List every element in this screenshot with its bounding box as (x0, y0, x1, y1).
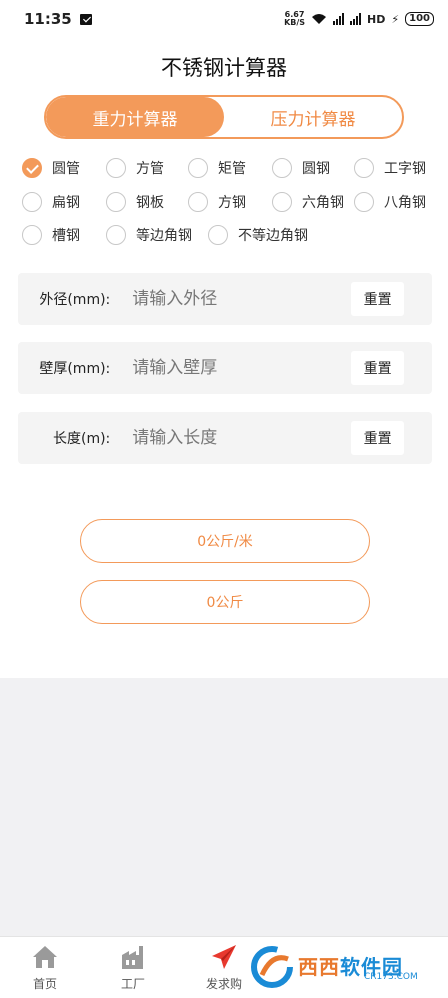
radio-icon (22, 192, 42, 212)
type-label: 六角钢 (302, 195, 344, 211)
signal-2-icon (350, 13, 362, 25)
radio-icon (106, 158, 126, 178)
type-option-unequal-angle[interactable]: 不等边角钢 (208, 225, 308, 245)
type-option-equal-angle[interactable]: 等边角钢 (106, 225, 192, 245)
tabbar-label: 工厂 (120, 977, 145, 991)
radio-icon (354, 158, 374, 178)
status-icons: 6.67 KB/S HD ⚡ 100 (284, 11, 434, 27)
type-label: 方钢 (218, 195, 246, 211)
length-input[interactable] (110, 428, 352, 448)
type-option-round-tube[interactable]: 圆管 (22, 158, 80, 178)
radio-checked-icon (22, 158, 42, 178)
radio-icon (188, 192, 208, 212)
watermark-text-orange: 西西 (298, 955, 340, 979)
type-option-hexagon-bar[interactable]: 六角钢 (272, 192, 344, 212)
radio-icon (22, 225, 42, 245)
result-per-meter: 0公斤/米 (80, 519, 370, 563)
type-label: 钢板 (136, 195, 164, 211)
empty-content-area (0, 678, 448, 936)
radio-icon (272, 192, 292, 212)
net-speed-unit: KB/S (284, 18, 306, 27)
battery-icon: 100 (405, 12, 434, 26)
status-bar: 11:35 6.67 KB/S HD ⚡ 100 (0, 0, 448, 38)
tabbar-label: 首页 (32, 977, 57, 991)
tabbar-item-post-request[interactable]: 发求购 (194, 943, 254, 992)
cr173-logo-icon (251, 946, 293, 988)
type-label: 工字钢 (384, 161, 426, 177)
length-reset-button[interactable]: 重置 (351, 421, 404, 455)
type-option-square-tube[interactable]: 方管 (106, 158, 164, 178)
type-label: 方管 (136, 161, 164, 177)
outer-diameter-reset-button[interactable]: 重置 (351, 282, 404, 316)
radio-icon (354, 192, 374, 212)
type-label: 圆管 (52, 161, 80, 177)
type-option-round-bar[interactable]: 圆钢 (272, 158, 330, 178)
type-option-rect-tube[interactable]: 矩管 (188, 158, 246, 178)
radio-icon (208, 225, 228, 245)
tab-gravity-calculator[interactable]: 重力计算器 (46, 97, 224, 137)
outer-diameter-row: 外径(mm): 重置 (18, 273, 432, 325)
paper-plane-icon (212, 945, 236, 969)
type-option-i-beam[interactable]: 工字钢 (354, 158, 426, 178)
type-option-steel-plate[interactable]: 钢板 (106, 192, 164, 212)
type-option-square-bar[interactable]: 方钢 (188, 192, 246, 212)
status-time: 11:35 (24, 10, 72, 28)
tabbar-item-home[interactable]: 首页 (15, 943, 75, 992)
wall-thickness-row: 壁厚(mm): 重置 (18, 342, 432, 394)
page-title: 不锈钢计算器 (161, 56, 287, 80)
length-row: 长度(m): 重置 (18, 412, 432, 464)
home-icon (33, 946, 57, 968)
net-speed: 6.67 KB/S (284, 11, 305, 27)
type-option-channel[interactable]: 槽钢 (22, 225, 80, 245)
type-label: 八角钢 (384, 195, 426, 211)
watermark: 西西软件园 CR173.COM (246, 944, 446, 990)
type-label: 槽钢 (52, 228, 80, 244)
radio-icon (106, 192, 126, 212)
tabbar-item-factory[interactable]: 工厂 (103, 943, 163, 992)
type-label: 不等边角钢 (238, 228, 308, 244)
network-type: HD (367, 12, 386, 26)
radio-icon (188, 158, 208, 178)
result-total-weight: 0公斤 (80, 580, 370, 624)
radio-icon (106, 225, 126, 245)
radio-icon (272, 158, 292, 178)
signal-1-icon (333, 13, 345, 25)
type-label: 扁钢 (52, 195, 80, 211)
length-label: 长度(m): (52, 431, 111, 447)
type-label: 圆钢 (302, 161, 330, 177)
mail-notification-icon (79, 13, 92, 25)
tab-pressure-calculator[interactable]: 压力计算器 (224, 97, 402, 137)
outer-diameter-input[interactable] (110, 289, 352, 309)
outer-diameter-label: 外径(mm): (39, 292, 111, 308)
wall-thickness-input[interactable] (110, 358, 352, 378)
watermark-domain: CR173.COM (364, 972, 418, 982)
wall-thickness-reset-button[interactable]: 重置 (351, 351, 404, 385)
type-label: 矩管 (218, 161, 246, 177)
wifi-icon (312, 14, 327, 24)
type-option-flat-bar[interactable]: 扁钢 (22, 192, 80, 212)
tabbar-label: 发求购 (205, 977, 242, 991)
type-option-octagon-bar[interactable]: 八角钢 (354, 192, 426, 212)
wall-thickness-label: 壁厚(mm): (39, 361, 111, 377)
factory-icon (122, 946, 143, 969)
type-label: 等边角钢 (136, 228, 192, 244)
charging-icon: ⚡ (391, 12, 400, 26)
calculator-switcher: 重力计算器 压力计算器 (44, 95, 404, 139)
